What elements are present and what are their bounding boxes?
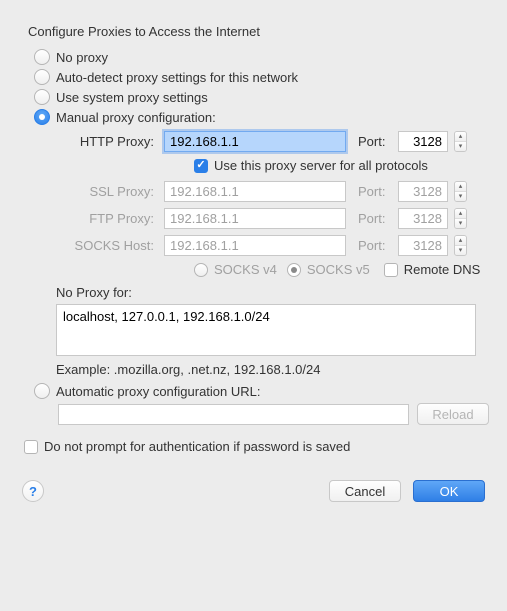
radio-auto-detect[interactable] — [34, 69, 50, 85]
no-proxy-example: Example: .mozilla.org, .net.nz, 192.168.… — [56, 362, 489, 377]
radio-socks-v4[interactable] — [194, 263, 208, 277]
ssl-port-label: Port: — [358, 184, 392, 199]
radio-system-proxy-label: Use system proxy settings — [56, 90, 208, 105]
ftp-port-label: Port: — [358, 211, 392, 226]
socks-port-label: Port: — [358, 238, 392, 253]
ssl-port-stepper: ▴▾ — [454, 181, 467, 202]
ssl-proxy-label: SSL Proxy: — [50, 184, 158, 199]
section-title: Configure Proxies to Access the Internet — [28, 24, 489, 39]
auto-config-url-input — [58, 404, 409, 425]
radio-auto-detect-label: Auto-detect proxy settings for this netw… — [56, 70, 298, 85]
ssl-proxy-port — [398, 181, 448, 202]
socks-host-label: SOCKS Host: — [50, 238, 158, 253]
use-all-protocols-label: Use this proxy server for all protocols — [214, 158, 428, 173]
no-prompt-auth-label: Do not prompt for authentication if pass… — [44, 439, 350, 454]
ssl-proxy-host — [164, 181, 346, 202]
http-proxy-port[interactable] — [398, 131, 448, 152]
reload-button[interactable]: Reload — [417, 403, 489, 425]
http-proxy-host[interactable] — [164, 131, 346, 152]
radio-no-proxy-label: No proxy — [56, 50, 108, 65]
ftp-proxy-label: FTP Proxy: — [50, 211, 158, 226]
use-all-protocols-checkbox[interactable] — [194, 159, 208, 173]
socks-host — [164, 235, 346, 256]
http-port-stepper[interactable]: ▴▾ — [454, 131, 467, 152]
ftp-proxy-host — [164, 208, 346, 229]
ftp-port-stepper: ▴▾ — [454, 208, 467, 229]
radio-socks-v4-label: SOCKS v4 — [214, 262, 277, 277]
http-port-label: Port: — [358, 134, 392, 149]
ok-button[interactable]: OK — [413, 480, 485, 502]
no-proxy-textarea[interactable]: localhost, 127.0.0.1, 192.168.1.0/24 — [56, 304, 476, 356]
no-proxy-label: No Proxy for: — [56, 285, 489, 300]
radio-socks-v5-label: SOCKS v5 — [307, 262, 370, 277]
help-button[interactable]: ? — [22, 480, 44, 502]
radio-no-proxy[interactable] — [34, 49, 50, 65]
radio-manual-proxy-label: Manual proxy configuration: — [56, 110, 216, 125]
socks-port-stepper: ▴▾ — [454, 235, 467, 256]
radio-manual-proxy[interactable] — [34, 109, 50, 125]
radio-system-proxy[interactable] — [34, 89, 50, 105]
ftp-proxy-port — [398, 208, 448, 229]
radio-socks-v5[interactable] — [287, 263, 301, 277]
radio-auto-config-url-label: Automatic proxy configuration URL: — [56, 384, 260, 399]
remote-dns-label: Remote DNS — [404, 262, 481, 277]
radio-auto-config-url[interactable] — [34, 383, 50, 399]
no-prompt-auth-checkbox[interactable] — [24, 440, 38, 454]
socks-port — [398, 235, 448, 256]
remote-dns-checkbox[interactable] — [384, 263, 398, 277]
cancel-button[interactable]: Cancel — [329, 480, 401, 502]
http-proxy-label: HTTP Proxy: — [50, 134, 158, 149]
